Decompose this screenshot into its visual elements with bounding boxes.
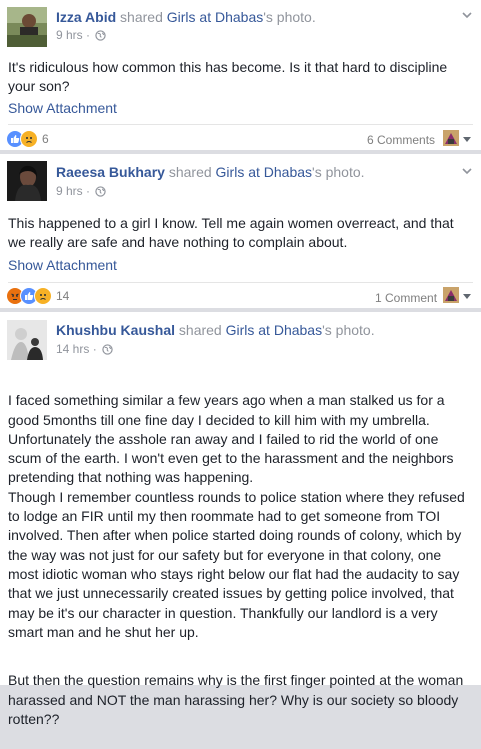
post-paragraph: It's ridiculous how common this has beco…	[8, 59, 448, 95]
reaction-count: 14	[56, 289, 70, 303]
post-text: I faced something similar a few years ag…	[8, 372, 474, 749]
viewer-avatar[interactable]	[443, 130, 459, 146]
page-link[interactable]: Girls at Dhabas	[167, 9, 263, 25]
caret-down-icon[interactable]	[463, 137, 471, 142]
globe-icon	[95, 30, 107, 41]
post-text: This happened to a girl I know. Tell me …	[8, 214, 474, 253]
shared-verb: shared	[168, 164, 212, 180]
globe-icon	[95, 186, 107, 197]
show-attachment-link[interactable]: Show Attachment	[8, 256, 117, 274]
viewer-avatar[interactable]	[443, 287, 459, 303]
chevron-down-icon[interactable]	[461, 165, 473, 177]
sad-reaction-icon	[20, 130, 38, 148]
chevron-down-icon[interactable]	[461, 9, 473, 21]
sad-reaction-icon	[34, 287, 52, 305]
page-link[interactable]: Girls at Dhabas	[226, 322, 322, 338]
reactions-summary[interactable]: 14	[6, 286, 69, 306]
post-paragraph: I faced something similar a few years ag…	[8, 392, 465, 640]
timestamp[interactable]: 9 hrs	[56, 184, 83, 198]
post-text: It's ridiculous how common this has beco…	[8, 58, 474, 97]
photo-suffix: 's photo.	[322, 322, 375, 338]
feed-post: Izza Abid shared Girls at Dhabas's photo…	[0, 0, 481, 150]
shared-verb: shared	[120, 9, 163, 25]
meta-separator: ·	[92, 342, 97, 356]
author-name[interactable]: Izza Abid	[56, 9, 116, 25]
avatar[interactable]	[7, 7, 47, 47]
post-header: Khushbu Kaushal shared Girls at Dhabas's…	[56, 321, 375, 339]
comments-count-link[interactable]: 1 Comment	[375, 290, 437, 306]
reactions-summary[interactable]: 6	[6, 129, 49, 149]
meta-separator: ·	[86, 28, 91, 42]
shared-verb: shared	[178, 322, 222, 338]
timestamp[interactable]: 9 hrs	[56, 28, 83, 42]
meta-separator: ·	[86, 184, 91, 198]
caret-down-icon[interactable]	[463, 294, 471, 299]
timestamp[interactable]: 14 hrs	[56, 342, 89, 356]
comments-count-link[interactable]: 6 Comments	[367, 132, 435, 148]
divider	[8, 124, 473, 125]
reaction-count: 6	[42, 132, 49, 146]
page-link[interactable]: Girls at Dhabas	[216, 164, 312, 180]
post-paragraph: This happened to a girl I know. Tell me …	[8, 215, 454, 251]
feed-post: Khushbu Kaushal shared Girls at Dhabas's…	[0, 312, 481, 727]
show-attachment-link[interactable]: Show Attachment	[8, 99, 117, 117]
photo-suffix: 's photo.	[312, 164, 365, 180]
avatar[interactable]	[7, 320, 47, 360]
photo-suffix: 's photo.	[263, 9, 316, 25]
author-name[interactable]: Raeesa Bukhary	[56, 164, 165, 180]
globe-icon	[102, 344, 113, 355]
post-meta: 9 hrs ·	[56, 183, 107, 199]
post-meta: 9 hrs ·	[56, 27, 107, 43]
avatar[interactable]	[7, 161, 47, 201]
post-header: Raeesa Bukhary shared Girls at Dhabas's …	[56, 163, 365, 181]
post-header: Izza Abid shared Girls at Dhabas's photo…	[56, 8, 316, 26]
post-meta: 14 hrs ·	[56, 341, 113, 357]
author-name[interactable]: Khushbu Kaushal	[56, 322, 175, 338]
post-paragraph: But then the question remains why is the…	[8, 672, 464, 728]
feed-post: Raeesa Bukhary shared Girls at Dhabas's …	[0, 154, 481, 308]
divider	[8, 282, 473, 283]
